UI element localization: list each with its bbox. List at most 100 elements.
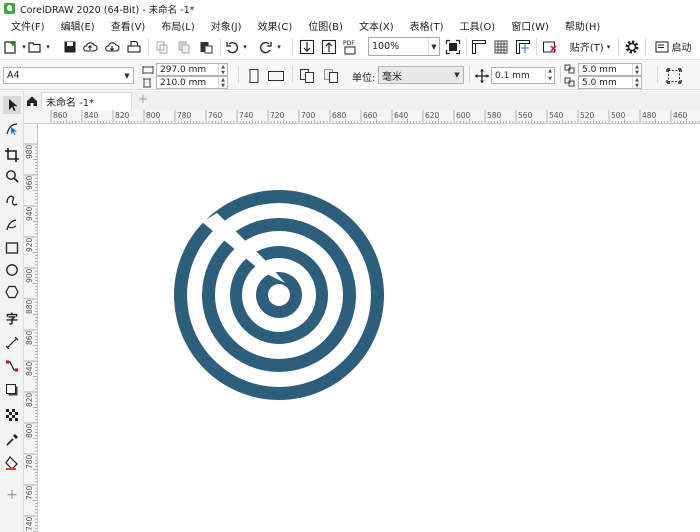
eyedropper-tool-icon[interactable]	[3, 431, 21, 449]
chevron-down-icon[interactable]: ▼	[451, 67, 463, 83]
toolbar-separator	[657, 66, 658, 83]
menu-object[interactable]: 对象(J)	[203, 18, 250, 33]
undo-icon[interactable]	[224, 37, 240, 56]
freehand-tool-icon[interactable]	[3, 192, 21, 210]
increase-arrow-icon[interactable]: ▲	[546, 68, 554, 76]
current-page-icon[interactable]	[322, 66, 340, 85]
new-tab-plus-icon[interactable]: +	[136, 93, 150, 108]
options-gear-icon[interactable]	[623, 37, 641, 56]
copy-icon[interactable]	[176, 37, 192, 56]
page-width-field[interactable]: 297.0 mm ▲ ▼	[156, 63, 228, 76]
paste-icon[interactable]	[198, 37, 214, 56]
ruler-label: 900	[25, 268, 34, 283]
page-size-select[interactable]: A4 ▼	[3, 67, 134, 84]
download-cloud-icon[interactable]	[104, 37, 120, 56]
add-tool-icon[interactable]: +	[3, 486, 21, 504]
save-icon[interactable]	[62, 37, 78, 56]
horizontal-ruler[interactable]: 860 840 820 800 780 760 740 720 700 680 660 640 620 6…	[24, 110, 700, 124]
upload-cloud-icon[interactable]	[82, 37, 98, 56]
open-folder-icon[interactable]	[27, 37, 43, 56]
zoom-level-select[interactable]: 100% ▼	[368, 37, 440, 56]
show-guidelines-icon[interactable]	[514, 37, 532, 56]
menu-bitmaps[interactable]: 位图(B)	[300, 18, 351, 33]
export-icon[interactable]	[320, 37, 338, 56]
toolbar-separator	[148, 38, 149, 55]
tab-document-label: 未命名 -1*	[46, 98, 95, 109]
print-icon[interactable]	[126, 37, 142, 56]
full-screen-icon[interactable]	[444, 37, 462, 56]
zoom-level-value: 100%	[372, 41, 400, 52]
menu-window[interactable]: 窗口(W)	[503, 18, 557, 33]
chevron-down-icon[interactable]: ▼	[121, 68, 133, 83]
ruler-label: 800	[146, 111, 161, 120]
cut-icon[interactable]	[154, 37, 170, 56]
redo-dropdown-icon[interactable]: ▾	[275, 37, 283, 56]
target-illustration[interactable]	[39, 125, 700, 532]
transparency-tool-icon[interactable]	[3, 406, 21, 424]
artistic-media-tool-icon[interactable]	[3, 216, 21, 234]
menu-table[interactable]: 表格(T)	[402, 18, 452, 33]
crop-tool-icon[interactable]	[3, 146, 21, 164]
tab-document[interactable]: 未命名 -1*	[41, 92, 132, 110]
menu-tools[interactable]: 工具(O)	[452, 18, 504, 33]
ruler-label: 800	[25, 423, 34, 438]
import-icon[interactable]	[298, 37, 316, 56]
ruler-label: 680	[332, 111, 347, 120]
units-label: 单位:	[352, 73, 376, 84]
drop-shadow-tool-icon[interactable]	[3, 381, 21, 399]
duplicate-distance-x-field[interactable]: 5.0 mm ▲ ▼	[578, 63, 642, 76]
launch-label: 启动	[671, 43, 692, 54]
units-select[interactable]: 毫米 ▼	[378, 66, 464, 84]
redo-icon[interactable]	[258, 37, 274, 56]
zoom-tool-icon[interactable]	[3, 167, 21, 185]
open-recent-dropdown-icon[interactable]: ▾	[44, 37, 52, 56]
nudge-distance-field[interactable]: 0.1 mm ▲ ▼	[491, 67, 555, 84]
decrease-arrow-icon[interactable]: ▼	[633, 83, 641, 89]
ruler-label: 760	[25, 485, 34, 500]
menu-view[interactable]: 查看(V)	[103, 18, 154, 33]
menu-text[interactable]: 文本(X)	[351, 18, 402, 33]
landscape-orientation-icon[interactable]	[266, 66, 286, 85]
new-document-icon[interactable]	[3, 37, 19, 56]
menu-layout[interactable]: 布局(L)	[153, 18, 202, 33]
menu-bar: 文件(F) 编辑(E) 查看(V) 布局(L) 对象(J) 效果(C) 位图(B…	[0, 17, 700, 34]
menu-effects[interactable]: 效果(C)	[249, 18, 300, 33]
ruler-label: 920	[25, 237, 34, 252]
polygon-tool-icon[interactable]	[3, 283, 21, 301]
ruler-label: 880	[25, 299, 34, 314]
parallel-dimension-tool-icon[interactable]	[3, 334, 21, 352]
menu-edit[interactable]: 编辑(E)	[53, 18, 103, 33]
shape-tool-icon[interactable]	[3, 120, 21, 138]
show-grid-icon[interactable]	[492, 37, 510, 56]
vertical-ruler[interactable]: 980 960 940 920 900 880 860 840 820 800 780 760 740	[24, 124, 38, 532]
all-pages-icon[interactable]	[298, 66, 316, 85]
undo-dropdown-icon[interactable]: ▾	[241, 37, 249, 56]
rectangle-tool-icon[interactable]	[3, 239, 21, 257]
text-tool-icon[interactable]: 字	[3, 309, 21, 327]
decrease-arrow-icon[interactable]: ▼	[219, 83, 227, 89]
quick-customize-icon[interactable]	[664, 66, 684, 85]
toolbar-separator	[469, 66, 470, 83]
launch-button[interactable]: 启动	[650, 37, 696, 56]
drawing-canvas[interactable]	[39, 125, 700, 532]
menu-file[interactable]: 文件(F)	[3, 18, 53, 33]
portrait-orientation-icon[interactable]	[246, 66, 262, 85]
decrease-arrow-icon[interactable]: ▼	[546, 76, 554, 84]
duplicate-distance-y-field[interactable]: 5.0 mm ▲ ▼	[578, 76, 642, 89]
pick-tool-icon[interactable]	[3, 96, 21, 114]
ruler-label: 860	[53, 111, 68, 120]
snap-to-dropdown[interactable]: 贴齐(T) ▾	[564, 37, 616, 56]
page-height-field[interactable]: 210.0 mm ▲ ▼	[156, 76, 228, 89]
welcome-home-icon[interactable]	[24, 92, 40, 110]
ellipse-tool-icon[interactable]	[3, 261, 21, 279]
interactive-fill-tool-icon[interactable]	[3, 454, 21, 472]
ruler-label: 760	[208, 111, 223, 120]
publish-pdf-icon[interactable]: PDF	[342, 37, 360, 56]
connector-tool-icon[interactable]	[3, 357, 21, 375]
ruler-label: 720	[270, 111, 285, 120]
chevron-down-icon[interactable]: ▼	[428, 38, 439, 55]
show-rulers-icon[interactable]	[470, 37, 488, 56]
menu-help[interactable]: 帮助(H)	[557, 18, 608, 33]
snap-off-icon[interactable]	[541, 37, 559, 56]
window-title: CorelDRAW 2020 (64-Bit) - 未命名 -1*	[20, 4, 195, 16]
